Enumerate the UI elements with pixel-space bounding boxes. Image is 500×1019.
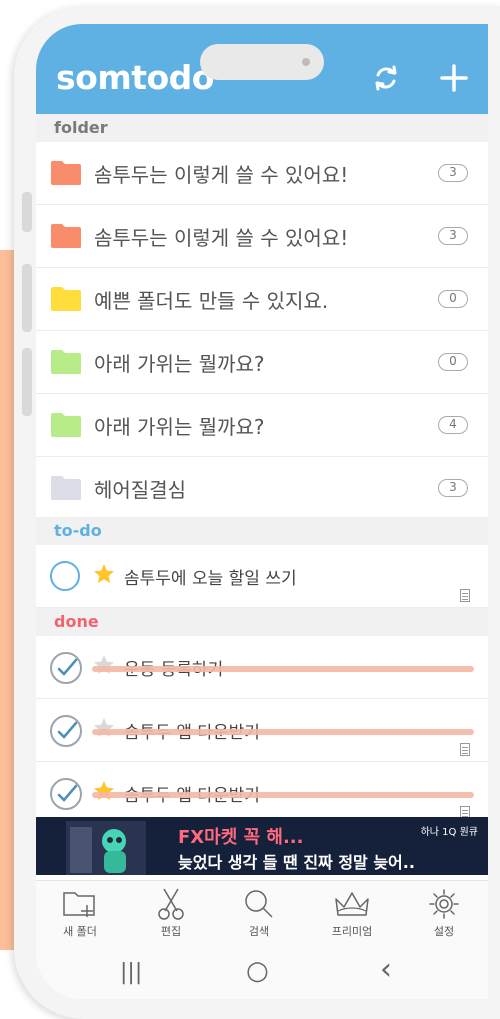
folder-name: 예쁜 폴더도 만들 수 있지요. [94, 289, 329, 313]
folder-icon [51, 287, 81, 311]
folder-icon [51, 413, 81, 437]
ad-banner[interactable]: FX마켓 꼭 해... 늦었다 생각 들 땐 진짜 정말 늦어.. 하나 1Q … [36, 817, 488, 875]
check-icon [57, 784, 78, 802]
done-checkbox[interactable] [50, 778, 82, 810]
folder-count-badge: 3 [438, 227, 468, 245]
done-item[interactable]: 솜투두 앱 다운받기 [36, 762, 488, 825]
star-icon[interactable] [92, 562, 116, 592]
check-icon [57, 658, 78, 676]
folder-name: 아래 가위는 뭘까요? [94, 415, 265, 439]
add-button[interactable] [436, 60, 472, 96]
ad-headline: FX마켓 꼭 해... [178, 827, 304, 848]
search-icon [245, 890, 273, 918]
strikethrough-line [92, 792, 474, 798]
system-navigation-bar: ||| ○ ‹ [36, 948, 488, 999]
folder-count-badge: 4 [438, 416, 468, 434]
todo-text: 솜투두에 오늘 할일 쓰기 [124, 569, 297, 589]
done-item[interactable]: 솜투두 앱 다운받기 [36, 699, 488, 762]
section-header-todo: to-do [36, 517, 488, 545]
camera-notch [200, 44, 324, 80]
nav-label: 설정 [433, 925, 455, 938]
done-checkbox[interactable] [50, 652, 82, 684]
folder-icon [51, 476, 81, 500]
folder-count-badge: 0 [438, 290, 468, 308]
check-icon [57, 721, 78, 739]
recents-button[interactable]: ||| [120, 960, 142, 985]
nav-label: 검색 [248, 925, 270, 938]
app-logo: somtodo [56, 58, 214, 97]
folder-name: 솜투두는 이렇게 쓸 수 있어요! [94, 163, 349, 187]
nav-premium[interactable]: 프리미엄 [312, 887, 392, 939]
todo-item[interactable]: 솜투두에 오늘 할일 쓰기 [36, 545, 488, 608]
folder-icon [51, 224, 81, 248]
folder-item[interactable]: 헤어질결심 3 [36, 457, 488, 520]
note-icon [460, 743, 470, 756]
folder-item[interactable]: 아래 가위는 뭘까요? 0 [36, 331, 488, 394]
ad-robot-image [66, 821, 146, 875]
phone-side-button [22, 348, 32, 416]
app-header: somtodo [36, 24, 488, 114]
done-item[interactable]: 운동 등록하기 [36, 636, 488, 699]
folder-name: 아래 가위는 뭘까요? [94, 352, 265, 376]
phone-side-button [22, 192, 32, 232]
crown-icon [335, 892, 369, 916]
home-button[interactable]: ○ [246, 956, 269, 986]
folder-name: 솜투두는 이렇게 쓸 수 있어요! [94, 226, 349, 250]
folder-count-badge: 3 [438, 479, 468, 497]
section-header-done: done [36, 608, 488, 636]
nav-search[interactable]: 검색 [219, 887, 299, 939]
phone-side-button [22, 264, 32, 332]
bottom-navigation: 새 폴더 편집 검색 프리미엄 설정 [36, 880, 488, 948]
folder-icon [51, 161, 81, 185]
strikethrough-line [92, 729, 474, 735]
app-screen: somtodo folder 솜투두는 이렇게 쓸 수 있어요! 3 솜투두는 이렇… [36, 24, 488, 999]
folder-icon [51, 350, 81, 374]
ad-subline: 늦었다 생각 들 땐 진짜 정말 늦어.. [178, 853, 415, 872]
folder-item[interactable]: 아래 가위는 뭘까요? 4 [36, 394, 488, 457]
nav-label: 프리미엄 [331, 925, 373, 938]
folder-item[interactable]: 솜투두는 이렇게 쓸 수 있어요! 3 [36, 205, 488, 268]
folder-item[interactable]: 솜투두는 이렇게 쓸 수 있어요! 3 [36, 142, 488, 205]
strikethrough-line [92, 666, 474, 672]
todo-checkbox[interactable] [50, 561, 80, 591]
plus-icon [440, 64, 468, 92]
nav-settings[interactable]: 설정 [404, 887, 484, 939]
new-folder-icon [63, 892, 95, 917]
nav-label: 편집 [160, 925, 182, 938]
scissors-icon [158, 888, 184, 920]
folder-item[interactable]: 예쁜 폴더도 만들 수 있지요. 0 [36, 268, 488, 331]
refresh-icon [375, 65, 397, 91]
section-header-folder: folder [36, 114, 488, 142]
sync-button[interactable] [368, 60, 404, 96]
nav-label: 새 폴더 [63, 925, 97, 938]
note-icon [460, 589, 470, 602]
back-button[interactable]: ‹ [380, 952, 392, 987]
gear-icon [429, 889, 459, 919]
folder-name: 헤어질결심 [94, 478, 186, 502]
ad-brand-logo: 하나 1Q 원큐 [420, 827, 478, 838]
folder-count-badge: 0 [438, 353, 468, 371]
nav-edit[interactable]: 편집 [131, 887, 211, 939]
folder-count-badge: 3 [438, 164, 468, 182]
done-checkbox[interactable] [50, 715, 82, 747]
nav-new-folder[interactable]: 새 폴더 [40, 887, 120, 939]
